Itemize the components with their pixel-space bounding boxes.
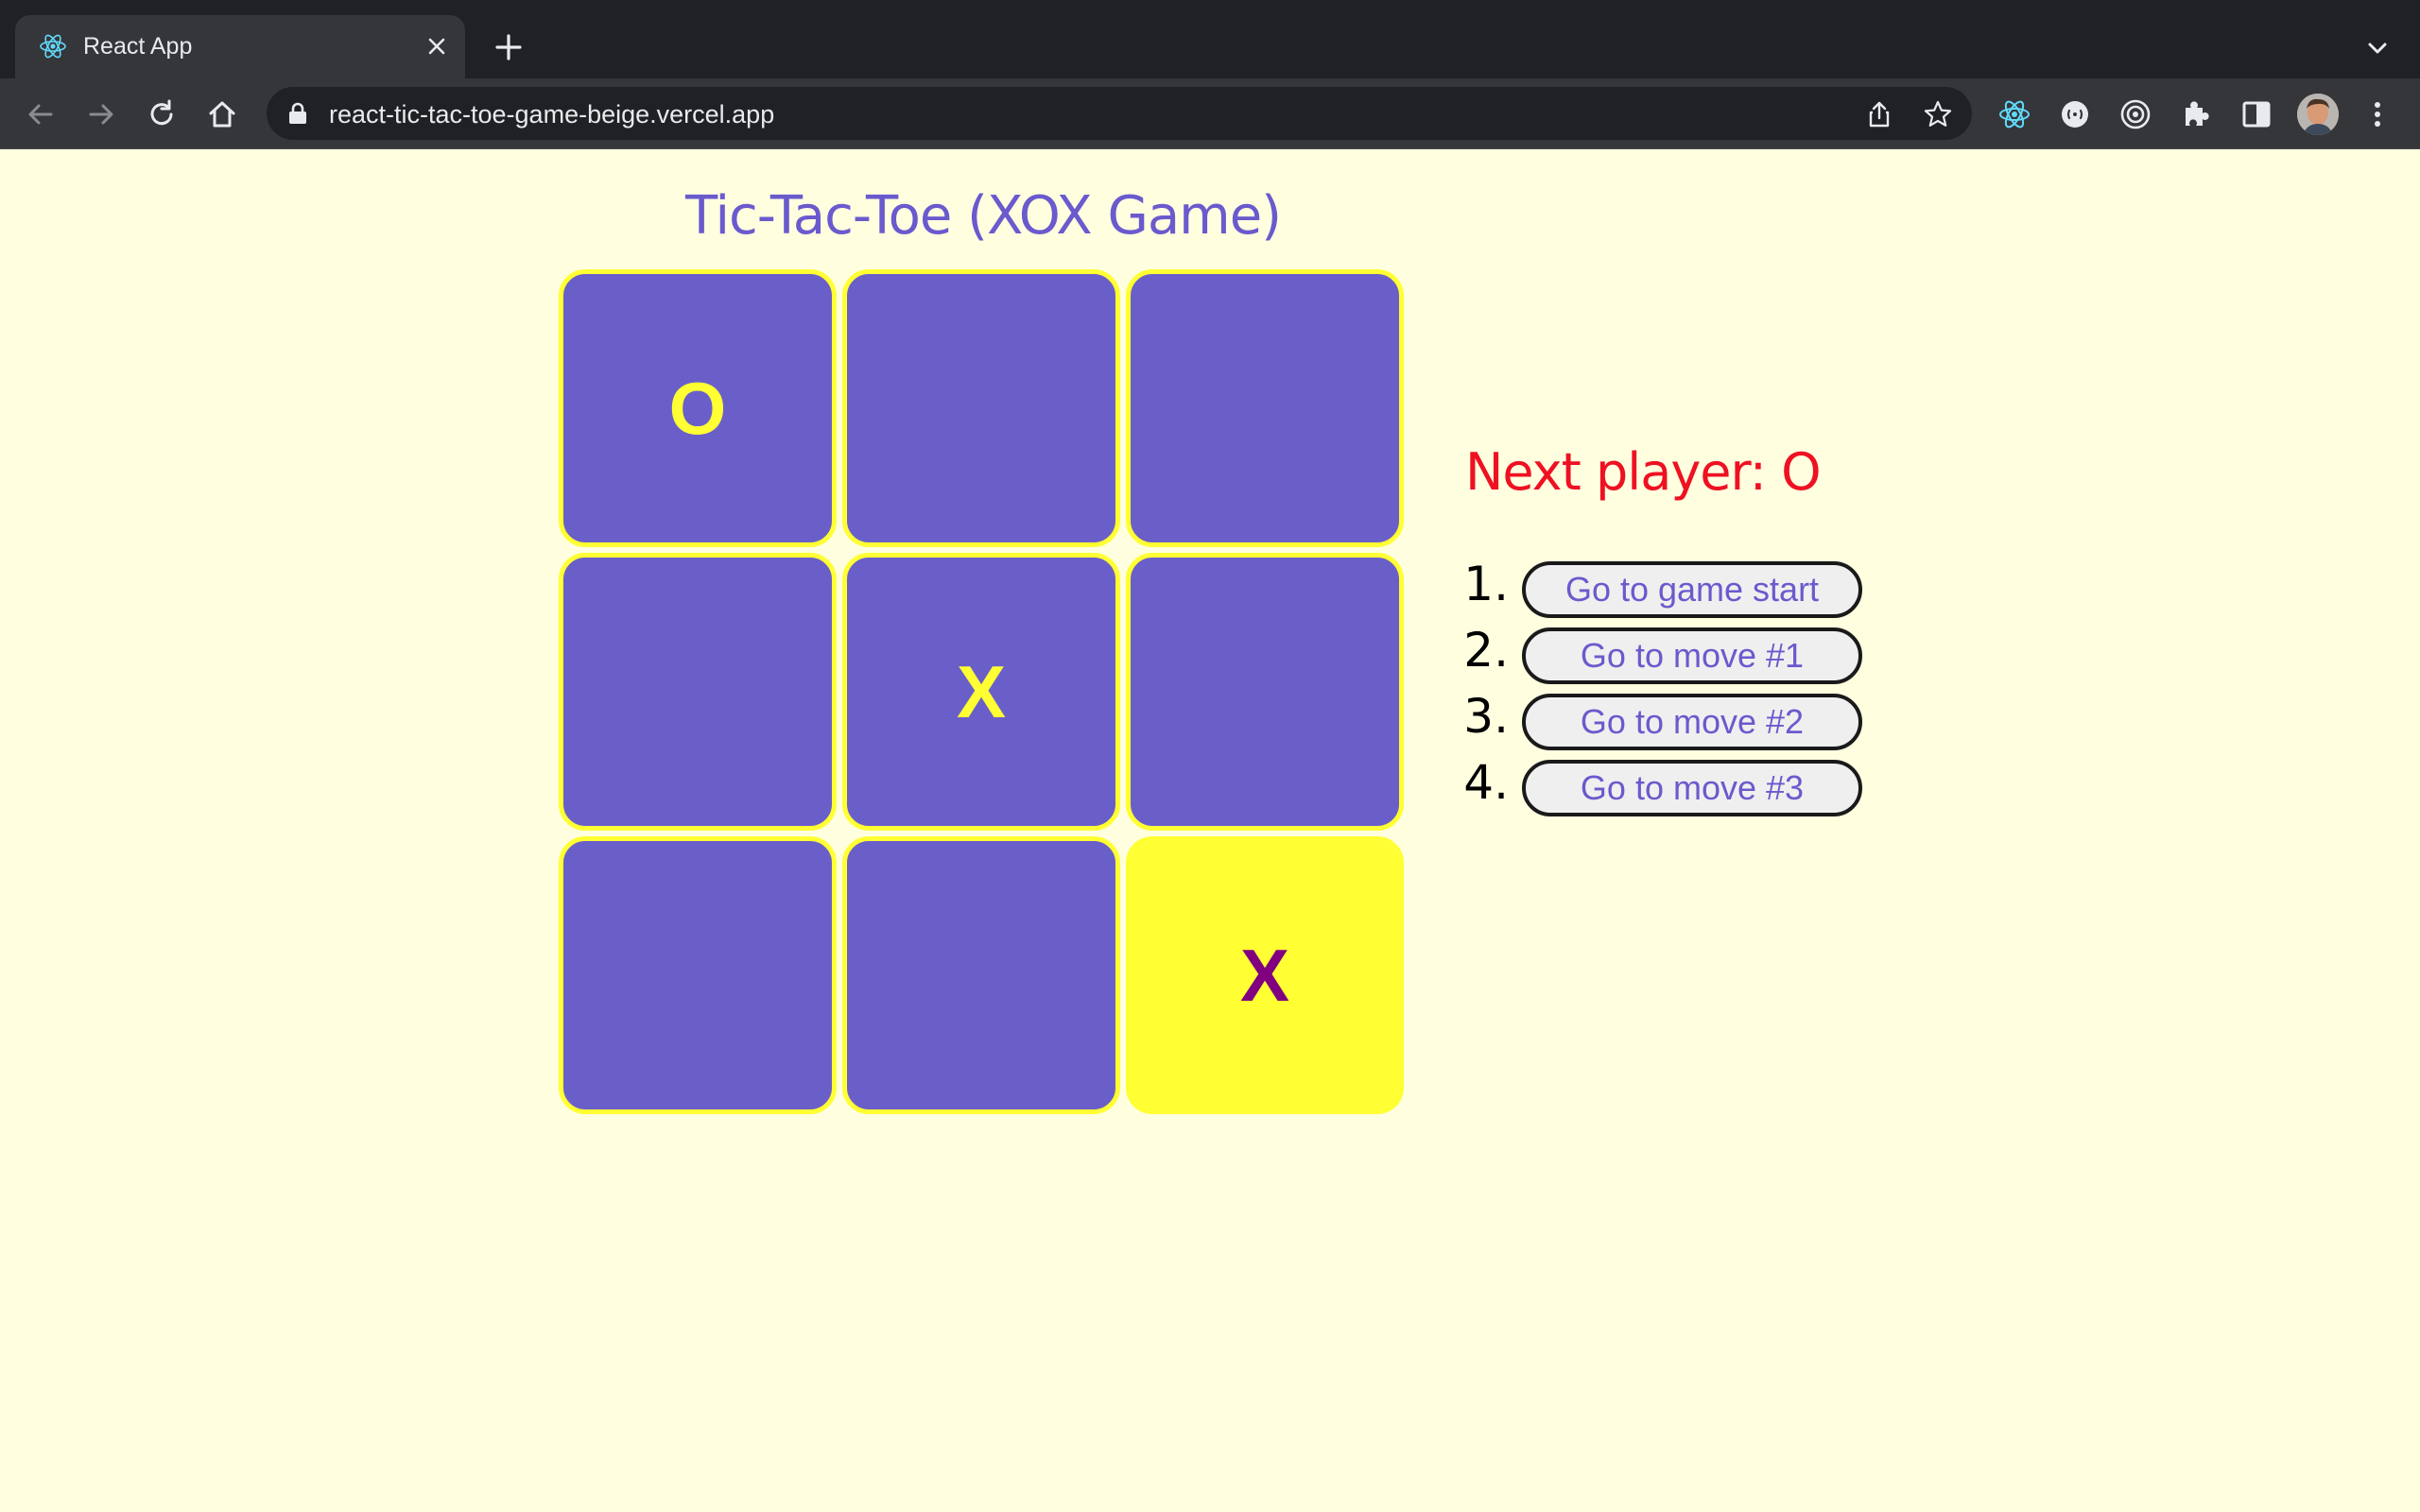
chevron-down-icon[interactable] [2361,32,2394,64]
back-icon[interactable] [23,96,59,132]
address-bar[interactable]: react-tic-tac-toe-game-beige.vercel.app [267,87,1972,140]
board-square-4[interactable] [559,553,837,831]
lock-icon[interactable] [287,102,308,125]
go-to-game-start-button[interactable]: Go to game start [1522,561,1862,618]
move-number: 2. [1463,623,1509,678]
puzzle-extensions-icon[interactable] [2178,96,2214,132]
extension-circle-icon[interactable] [2057,96,2093,132]
react-icon [40,34,66,59]
board-square-3[interactable] [1126,269,1404,547]
move-number: 4. [1463,755,1509,810]
bookmark-star-icon[interactable] [1923,99,1953,129]
browser-tab[interactable]: React App [15,15,465,78]
profile-photo [2297,94,2339,135]
new-tab-icon[interactable] [492,30,526,64]
go-to-move-2-button[interactable]: Go to move #2 [1522,694,1862,750]
go-to-move-1-button[interactable]: Go to move #1 [1522,627,1862,684]
url-text: react-tic-tac-toe-game-beige.vercel.app [329,100,775,129]
move-number: 1. [1463,557,1509,611]
game-board: O X X [559,269,1408,1118]
forward-icon[interactable] [83,96,119,132]
toolbar-divider [0,148,2420,149]
board-square-2[interactable] [842,269,1120,547]
side-panel-icon[interactable] [2238,96,2274,132]
status-next-player: Next player: O [1465,442,1822,502]
board-square-1[interactable]: O [559,269,837,547]
tab-title: React App [83,33,193,60]
board-square-9[interactable]: X [1126,836,1404,1114]
share-icon[interactable] [1864,99,1894,129]
board-square-7[interactable] [559,836,837,1114]
board-square-8[interactable] [842,836,1120,1114]
close-tab-icon[interactable] [422,31,452,61]
react-devtools-icon[interactable] [1996,96,2032,132]
home-icon[interactable] [204,96,240,132]
browser-tab-bar: React App [0,0,2420,78]
kebab-menu-icon[interactable] [2360,96,2395,132]
board-square-5[interactable]: X [842,553,1120,831]
board-square-6[interactable] [1126,553,1404,831]
reload-icon[interactable] [144,96,180,132]
go-to-move-3-button[interactable]: Go to move #3 [1522,760,1862,816]
page-title: Tic-Tac-Toe (XOX Game) [684,185,1282,247]
move-number: 3. [1463,689,1509,744]
browser-toolbar: react-tic-tac-toe-game-beige.vercel.app [0,78,2420,149]
target-extension-icon[interactable] [2118,96,2153,132]
avatar[interactable] [2297,94,2339,135]
